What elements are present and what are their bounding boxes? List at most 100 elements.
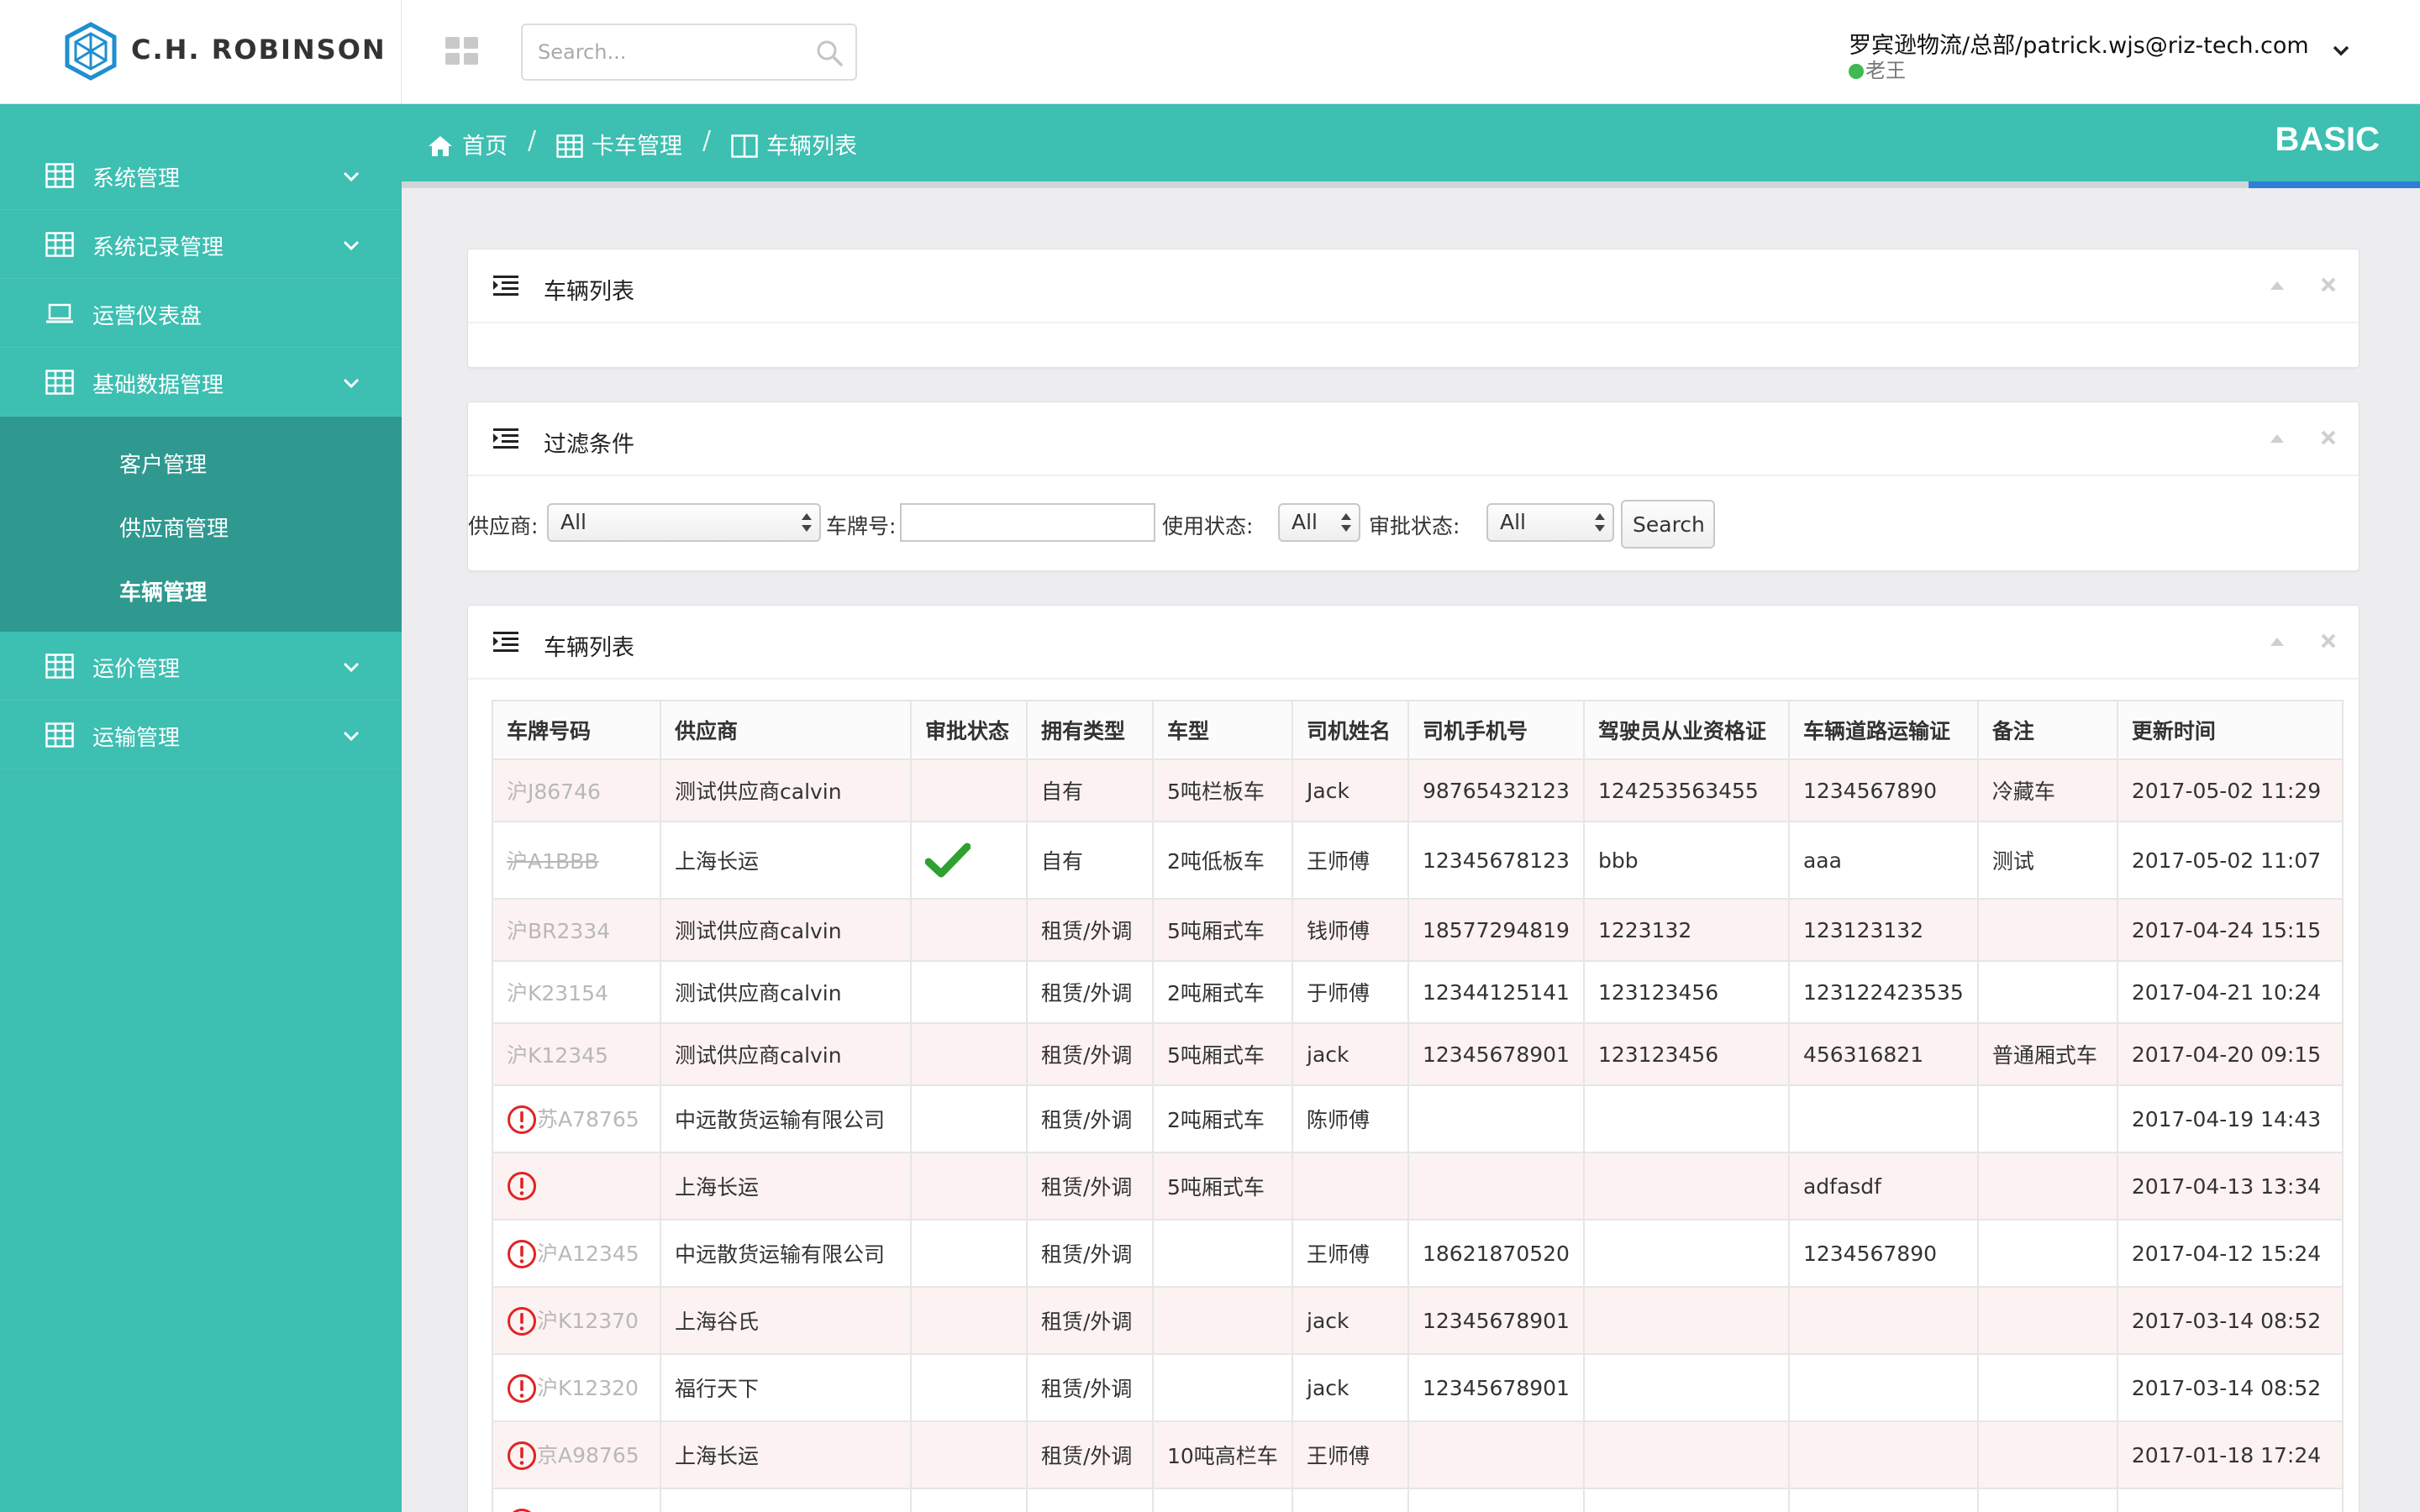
search-button[interactable]: Search: [1621, 500, 1715, 549]
grid-menu-icon[interactable]: [445, 37, 479, 66]
supplier-select[interactable]: All: [547, 503, 821, 542]
table-row[interactable]: 沪K12370 上海谷氏 租赁/外调 jack 12345678901 2017-03-1…: [492, 1286, 2344, 1355]
plate-number[interactable]: 沪BR2334: [507, 919, 610, 943]
plate-cell: 沪BR2334: [492, 898, 661, 962]
sidebar-item-basic-data[interactable]: 基础数据管理: [0, 348, 402, 417]
driver-cell: 于师傅: [1292, 960, 1409, 1024]
plate-number[interactable]: 京A98765: [537, 1443, 639, 1467]
search-icon[interactable]: [815, 39, 844, 67]
table-row[interactable]: 浙A45644测试供应商calvin 租赁/外调 1321312312312312 2…: [492, 1488, 2344, 1512]
column-header[interactable]: 供应商: [660, 700, 912, 760]
note-cell: 冷藏车: [1976, 759, 2118, 822]
type-cell: [1152, 1488, 1293, 1512]
sidebar-item-system-logs[interactable]: 系统记录管理: [0, 210, 402, 279]
driver-cell: 陈师傅: [1292, 1084, 1409, 1153]
column-header[interactable]: 备注: [1976, 700, 2118, 760]
plate-cell: 浙A45644: [492, 1488, 661, 1512]
collapse-icon[interactable]: [2270, 433, 2285, 444]
filter-row: 供应商: All 车牌号: 使用状态: All 审批状态: All Search: [468, 476, 2359, 569]
column-header[interactable]: 拥有类型: [1026, 700, 1154, 760]
note-cell: [1976, 1488, 2118, 1512]
table-row[interactable]: 沪A1BBB 上海长运 自有 2吨低板车 王师傅 12345678123 bbb aaa 测试 2…: [492, 821, 2344, 900]
table-row[interactable]: 沪K12345 测试供应商calvin 租赁/外调 5吨厢式车 jack 12345678…: [492, 1022, 2344, 1086]
supplier-cell: 测试供应商calvin: [660, 1022, 912, 1086]
own-cell: 租赁/外调: [1026, 1353, 1154, 1422]
plate-cell: 京A98765: [492, 1420, 661, 1489]
user-nickname: 老王: [1865, 59, 1906, 82]
driver-cell: 钱师傅: [1292, 898, 1409, 962]
sidebar-subitem-vehicles[interactable]: 车辆管理: [0, 561, 402, 625]
collapse-icon[interactable]: [2270, 280, 2285, 291]
column-header[interactable]: 更新时间: [2116, 700, 2344, 760]
table-row[interactable]: 沪BR2334 测试供应商calvin 租赁/外调 5吨厢式车 钱师傅 185772948…: [492, 898, 2344, 962]
column-header[interactable]: 车型: [1152, 700, 1293, 760]
driver-cell: 13213: [1292, 1488, 1409, 1512]
table-row[interactable]: 苏A78765 中远散货运输有限公司 租赁/外调 2吨厢式车 陈师傅 2017-04-19…: [492, 1084, 2344, 1153]
list-indent-icon: [493, 276, 518, 296]
type-cell: 2吨厢式车: [1152, 960, 1293, 1024]
updated-cell: 2017-04-12 15:24: [2116, 1219, 2344, 1288]
table-row[interactable]: 京A98765 上海长运 租赁/外调 10吨高栏车 王师傅 2017-01-18 17:2…: [492, 1420, 2344, 1489]
column-header[interactable]: 驾驶员从业资格证: [1582, 700, 1790, 760]
breadcrumb-home-label: 首页: [462, 134, 508, 160]
license-cell: 123123456: [1582, 1022, 1790, 1086]
warning-icon: [507, 1307, 537, 1336]
plate-number[interactable]: 沪K12320: [537, 1376, 639, 1400]
user-name[interactable]: 罗宾逊物流/总部/patrick.wjs@riz-tech.com: [1849, 27, 2309, 60]
plate-cell: 沪A1BBB: [492, 821, 661, 900]
laptop-icon: [46, 303, 73, 323]
approval-cell: [910, 1022, 1028, 1086]
plate-number[interactable]: 沪K12345: [507, 1043, 608, 1068]
plate-number[interactable]: 沪A12345: [537, 1242, 639, 1266]
columns-icon: [731, 134, 758, 158]
type-cell: 5吨栏板车: [1152, 759, 1293, 822]
collapse-icon[interactable]: [2270, 636, 2285, 648]
table-body: 沪J86746 测试供应商calvin 自有 5吨栏板车 Jack 98765432123…: [492, 759, 2344, 1512]
table-row[interactable]: 上海长运 租赁/外调 5吨厢式车 adfasdf 2017-04-13 13:34: [492, 1152, 2344, 1221]
breadcrumb-page: 车辆列表: [731, 128, 857, 160]
supplier-cell: 测试供应商calvin: [660, 960, 912, 1024]
sidebar-item-label: 运价管理: [92, 657, 181, 682]
close-icon[interactable]: [2320, 429, 2337, 446]
plate-number[interactable]: 沪J86746: [507, 780, 601, 804]
column-header[interactable]: 司机手机号: [1407, 700, 1585, 760]
search-input[interactable]: [538, 34, 807, 71]
sidebar-subitem-suppliers[interactable]: 供应商管理: [0, 497, 402, 561]
usage-select[interactable]: All: [1278, 503, 1360, 542]
plate-number[interactable]: 沪K23154: [507, 981, 608, 1005]
sidebar-subitem-customers[interactable]: 客户管理: [0, 433, 402, 497]
sidebar-item-transport[interactable]: 运输管理: [0, 701, 402, 769]
column-header[interactable]: 司机姓名: [1292, 700, 1409, 760]
plate-number[interactable]: 沪A1BBB: [507, 849, 598, 874]
table-row[interactable]: 沪K12320 福行天下 租赁/外调 jack 12345678901 2017-03-1…: [492, 1353, 2344, 1422]
plate-number[interactable]: 苏A78765: [537, 1107, 639, 1131]
column-header[interactable]: 审批状态: [910, 700, 1028, 760]
close-icon[interactable]: [2320, 276, 2337, 293]
sidebar-item-dashboard[interactable]: 运营仪表盘: [0, 279, 402, 348]
close-icon[interactable]: [2320, 633, 2337, 649]
plate-cell: 沪K12370: [492, 1286, 661, 1355]
plate-input[interactable]: [900, 503, 1155, 542]
own-cell: 自有: [1026, 759, 1154, 822]
note-cell: 普通厢式车: [1976, 1022, 2118, 1086]
breadcrumb-page-label: 车辆列表: [766, 134, 857, 160]
approval-cell: [910, 1219, 1028, 1288]
phone-cell: 12345678123: [1407, 821, 1585, 900]
column-header[interactable]: 车牌号码: [492, 700, 661, 760]
approval-select[interactable]: All: [1486, 503, 1614, 542]
table-row[interactable]: 沪A12345 中远散货运输有限公司 租赁/外调 王师傅 18621870520 1234…: [492, 1219, 2344, 1288]
plate-cell: 沪K12320: [492, 1353, 661, 1422]
table-row[interactable]: 沪K23154 测试供应商calvin 租赁/外调 2吨厢式车 于师傅 123441251…: [492, 960, 2344, 1024]
column-header[interactable]: 车辆道路运输证: [1787, 700, 1979, 760]
plate-number[interactable]: 沪K12370: [537, 1309, 639, 1333]
sidebar-item-system[interactable]: 系统管理: [0, 141, 402, 210]
breadcrumb-section[interactable]: 卡车管理: [556, 128, 682, 160]
chevron-down-icon[interactable]: [2329, 39, 2353, 62]
warning-icon: [507, 1374, 537, 1403]
table-icon: [45, 722, 74, 748]
table-row[interactable]: 沪J86746 测试供应商calvin 自有 5吨栏板车 Jack 98765432123…: [492, 759, 2344, 822]
transport-cell: 456316821: [1787, 1022, 1979, 1086]
breadcrumb-home[interactable]: 首页: [427, 128, 508, 160]
select-arrows-icon: [802, 513, 812, 532]
sidebar-item-pricing[interactable]: 运价管理: [0, 632, 402, 701]
